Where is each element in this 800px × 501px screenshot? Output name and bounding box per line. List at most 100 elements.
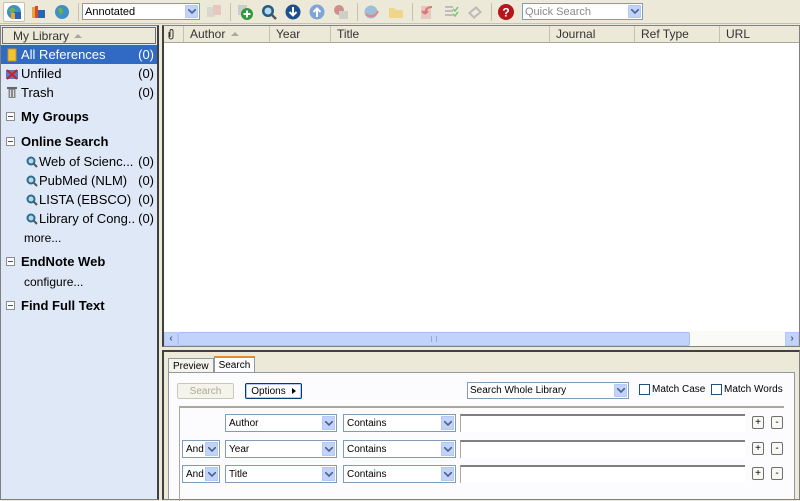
add-criteria-button[interactable]: + xyxy=(752,467,764,480)
sidebar-item-pubmed[interactable]: PubMed (NLM) (0) xyxy=(1,171,157,190)
local-library-mode-button[interactable] xyxy=(3,1,25,22)
chevron-down-icon xyxy=(322,416,335,430)
integrated-library-mode-button[interactable] xyxy=(27,2,49,22)
options-button[interactable]: Options xyxy=(245,383,302,399)
tab-search[interactable]: Search xyxy=(213,356,256,373)
unfiled-icon xyxy=(5,67,19,81)
local-library-mode-icon xyxy=(7,4,21,19)
endnote-web-header[interactable]: EndNote Web xyxy=(1,250,157,272)
operator-select[interactable]: Contains xyxy=(343,414,456,432)
format-bibliography-icon xyxy=(445,5,459,17)
format-bibliography-button[interactable] xyxy=(440,2,462,22)
open-link-button[interactable] xyxy=(361,2,383,22)
endnote-web-configure-link[interactable]: configure... xyxy=(1,272,157,291)
operator-select[interactable]: Contains xyxy=(343,440,456,458)
sidebar-item-trash[interactable]: Trash (0) xyxy=(1,83,157,102)
remove-criteria-button[interactable]: - xyxy=(771,467,783,480)
scroll-left-button[interactable]: ‹ xyxy=(164,331,178,346)
boolean-select[interactable]: And xyxy=(182,440,220,458)
scroll-right-button[interactable]: › xyxy=(785,331,799,346)
search-button[interactable]: Search xyxy=(177,383,234,399)
field-select[interactable]: Year xyxy=(225,440,337,458)
search-value-input[interactable] xyxy=(460,440,745,458)
collapse-icon[interactable] xyxy=(6,136,15,146)
column-header-title[interactable]: Title xyxy=(331,26,550,42)
collapse-icon[interactable] xyxy=(6,300,15,310)
bibliographic-style-select[interactable]: Annotated xyxy=(82,3,200,20)
sync-icon xyxy=(468,5,482,19)
chevron-down-icon xyxy=(322,467,335,481)
column-header-journal[interactable]: Journal xyxy=(550,26,635,42)
online-search-label: Online Search xyxy=(21,133,109,149)
search-value-input[interactable] xyxy=(460,465,745,483)
field-select[interactable]: Title xyxy=(225,465,337,483)
horizontal-scrollbar[interactable]: ‹ › xyxy=(164,331,799,346)
collapse-icon[interactable] xyxy=(6,111,15,121)
export-button[interactable] xyxy=(306,2,328,22)
online-search-mode-button[interactable] xyxy=(51,2,73,22)
online-search-header[interactable]: Online Search xyxy=(1,130,157,152)
field-select[interactable]: Author xyxy=(225,414,337,432)
scrollbar-thumb[interactable] xyxy=(178,331,690,346)
column-label: URL xyxy=(726,27,751,41)
svg-text:?: ? xyxy=(502,5,509,19)
sort-ascending-icon xyxy=(231,32,240,36)
import-button[interactable] xyxy=(282,2,304,22)
add-criteria-button[interactable]: + xyxy=(752,416,764,429)
sync-button[interactable] xyxy=(464,2,486,22)
sidebar-item-web-of-science[interactable]: Web of Scienc... (0) xyxy=(1,152,157,171)
match-case-label: Match Case xyxy=(652,384,706,395)
toolbar: Annotated ? Quick Search xyxy=(0,0,800,24)
grip-icon xyxy=(431,335,437,342)
remove-criteria-button[interactable]: - xyxy=(771,442,783,455)
checkbox-box[interactable] xyxy=(639,384,650,395)
tab-preview[interactable]: Preview xyxy=(168,358,214,373)
new-reference-button[interactable] xyxy=(234,2,256,22)
find-full-text-button[interactable] xyxy=(330,2,352,22)
boolean-select[interactable]: And xyxy=(182,465,220,483)
criteria-row: Author Contains + - xyxy=(180,414,784,432)
chevron-down-icon xyxy=(441,442,454,456)
operator-select[interactable]: Contains xyxy=(343,465,456,483)
sidebar-item-all-references[interactable]: All References (0) xyxy=(1,45,157,64)
my-groups-header[interactable]: My Groups xyxy=(1,105,157,127)
column-header-ref-type[interactable]: Ref Type xyxy=(635,26,720,42)
my-library-label: My Library xyxy=(13,28,70,43)
online-search-button[interactable] xyxy=(258,2,280,22)
help-button[interactable]: ? xyxy=(495,2,517,22)
checkbox-box[interactable] xyxy=(711,384,722,395)
find-full-text-header[interactable]: Find Full Text xyxy=(1,294,157,316)
scrollbar-track[interactable] xyxy=(178,331,785,346)
sidebar-item-count: (0) xyxy=(138,66,154,81)
my-library-header[interactable]: My Library xyxy=(2,27,156,44)
chevron-down-icon[interactable] xyxy=(628,5,641,18)
add-criteria-button[interactable]: + xyxy=(752,442,764,455)
insert-citation-button[interactable] xyxy=(203,2,225,22)
sidebar-item-unfiled[interactable]: Unfiled (0) xyxy=(1,64,157,83)
trash-icon xyxy=(5,86,19,100)
column-header-author[interactable]: Author xyxy=(184,26,270,42)
search-value-input[interactable] xyxy=(460,414,745,432)
remove-criteria-button[interactable]: - xyxy=(771,416,783,429)
sidebar-item-count: (0) xyxy=(138,211,154,226)
quick-search-input[interactable]: Quick Search xyxy=(522,3,643,20)
search-scope-select[interactable]: Search Whole Library xyxy=(467,382,629,399)
column-header-url[interactable]: URL xyxy=(720,26,799,42)
insert-in-word-button[interactable] xyxy=(416,2,438,22)
help-icon: ? xyxy=(498,3,514,20)
sidebar-item-lista[interactable]: LISTA (EBSCO) (0) xyxy=(1,190,157,209)
open-link-icon xyxy=(364,5,379,18)
chevron-down-icon xyxy=(205,467,218,481)
online-search-mode-icon xyxy=(55,4,69,19)
online-search-more-link[interactable]: more... xyxy=(1,228,157,247)
sidebar-item-library-of-congress[interactable]: Library of Cong... (0) xyxy=(1,209,157,228)
column-header-attachment[interactable] xyxy=(164,26,184,42)
column-header-year[interactable]: Year xyxy=(270,26,331,42)
open-file-button[interactable] xyxy=(385,2,407,22)
collapse-icon[interactable] xyxy=(6,256,15,266)
match-case-checkbox[interactable]: Match Case xyxy=(639,384,705,395)
import-icon xyxy=(285,4,301,19)
paperclip-icon xyxy=(168,28,174,39)
column-label: Ref Type xyxy=(641,27,689,41)
match-words-checkbox[interactable]: Match Words xyxy=(711,384,783,395)
